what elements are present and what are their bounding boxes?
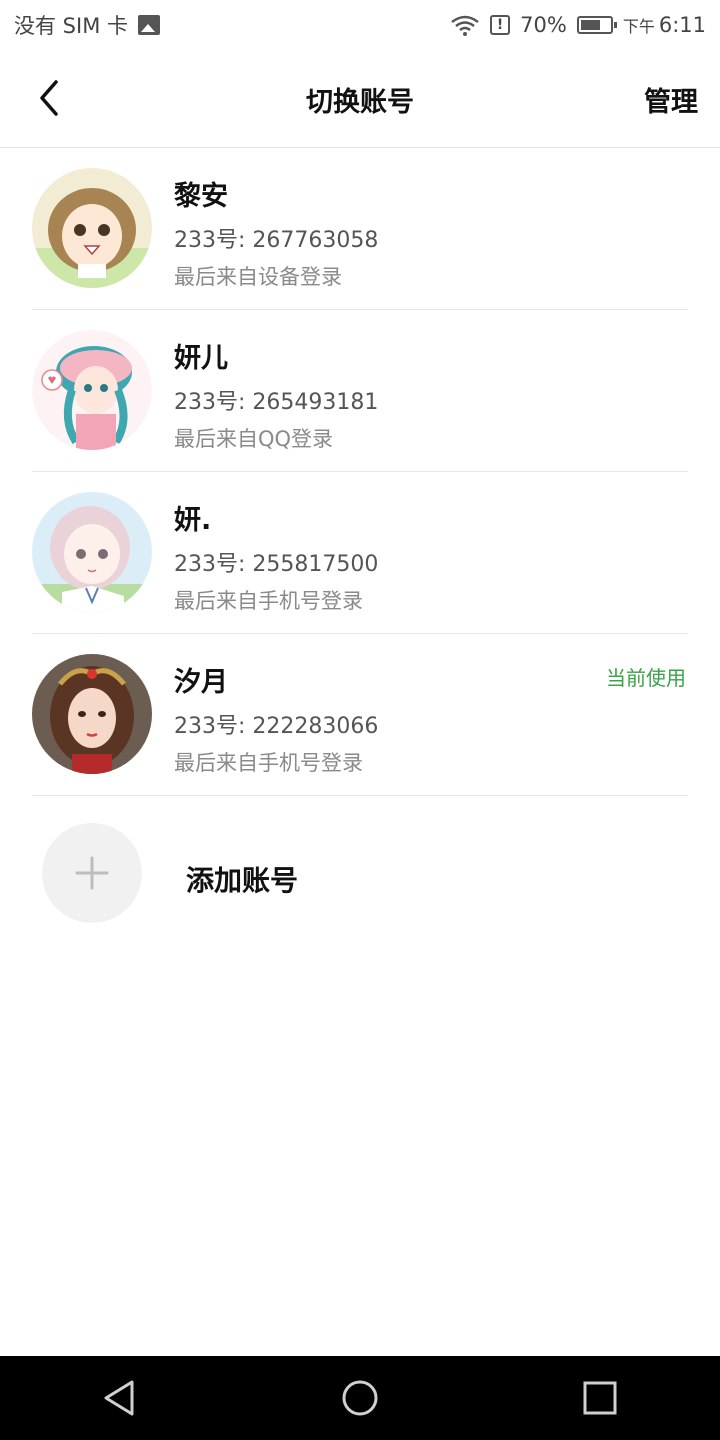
account-name: 妍. [174,505,212,536]
account-list: 黎安 233号: 267763058 最后来自设备登录 妍儿 233号: 265… [0,148,720,796]
account-item[interactable]: 妍儿 233号: 265493181 最后来自QQ登录 [32,310,688,472]
add-account-circle[interactable] [42,823,142,923]
plus-icon [75,856,109,890]
nav-back-button[interactable] [80,1368,160,1428]
account-id: 233号: 265493181 [174,390,379,415]
status-bar: 没有 SIM 卡 ! 70% 下午 6:11 [0,0,720,50]
add-account-button[interactable]: 添加账号 [0,823,720,923]
account-item[interactable]: 黎安 233号: 267763058 最后来自设备登录 [32,148,688,310]
account-id: 233号: 255817500 [174,552,379,577]
page-title: 切换账号 [306,87,414,118]
nav-home-button[interactable] [320,1368,400,1428]
avatar [32,492,152,612]
account-login-method: 最后来自QQ登录 [174,427,334,451]
current-badge: 当前使用 [606,666,686,690]
circle-home-icon [342,1380,378,1416]
account-login-method: 最后来自设备登录 [174,265,342,289]
square-recents-icon [583,1381,617,1415]
alert-icon: ! [490,15,511,35]
system-nav-bar [0,1356,720,1440]
avatar [32,168,152,288]
battery-percent: 70% [520,13,567,37]
account-name: 汐月 [174,667,228,698]
wifi-icon [451,15,479,36]
account-switch-screen: 没有 SIM 卡 ! 70% 下午 6:11 切换账号 管理 黎安 233号: … [0,0,720,1440]
battery-icon [576,16,617,34]
account-id: 233号: 267763058 [174,228,379,253]
triangle-back-icon [104,1380,134,1416]
account-login-method: 最后来自手机号登录 [174,589,363,613]
account-login-method: 最后来自手机号登录 [174,751,363,775]
title-bar: 切换账号 管理 [0,50,720,148]
clock-time: 6:11 [658,13,706,37]
account-item[interactable]: 妍. 233号: 255817500 最后来自手机号登录 [32,472,688,634]
avatar [32,654,152,774]
account-id: 233号: 222283066 [174,714,379,739]
avatar [32,330,152,450]
account-name: 黎安 [174,181,228,212]
add-account-label: 添加账号 [186,864,299,897]
time-prefix: 下午 [622,17,655,36]
account-item[interactable]: 汐月 233号: 222283066 最后来自手机号登录 当前使用 [32,634,688,796]
image-icon [138,15,160,35]
carrier-text: 没有 SIM 卡 [14,14,128,38]
nav-recents-button[interactable] [560,1368,640,1428]
manage-button[interactable]: 管理 [644,80,698,119]
account-name: 妍儿 [174,343,228,374]
